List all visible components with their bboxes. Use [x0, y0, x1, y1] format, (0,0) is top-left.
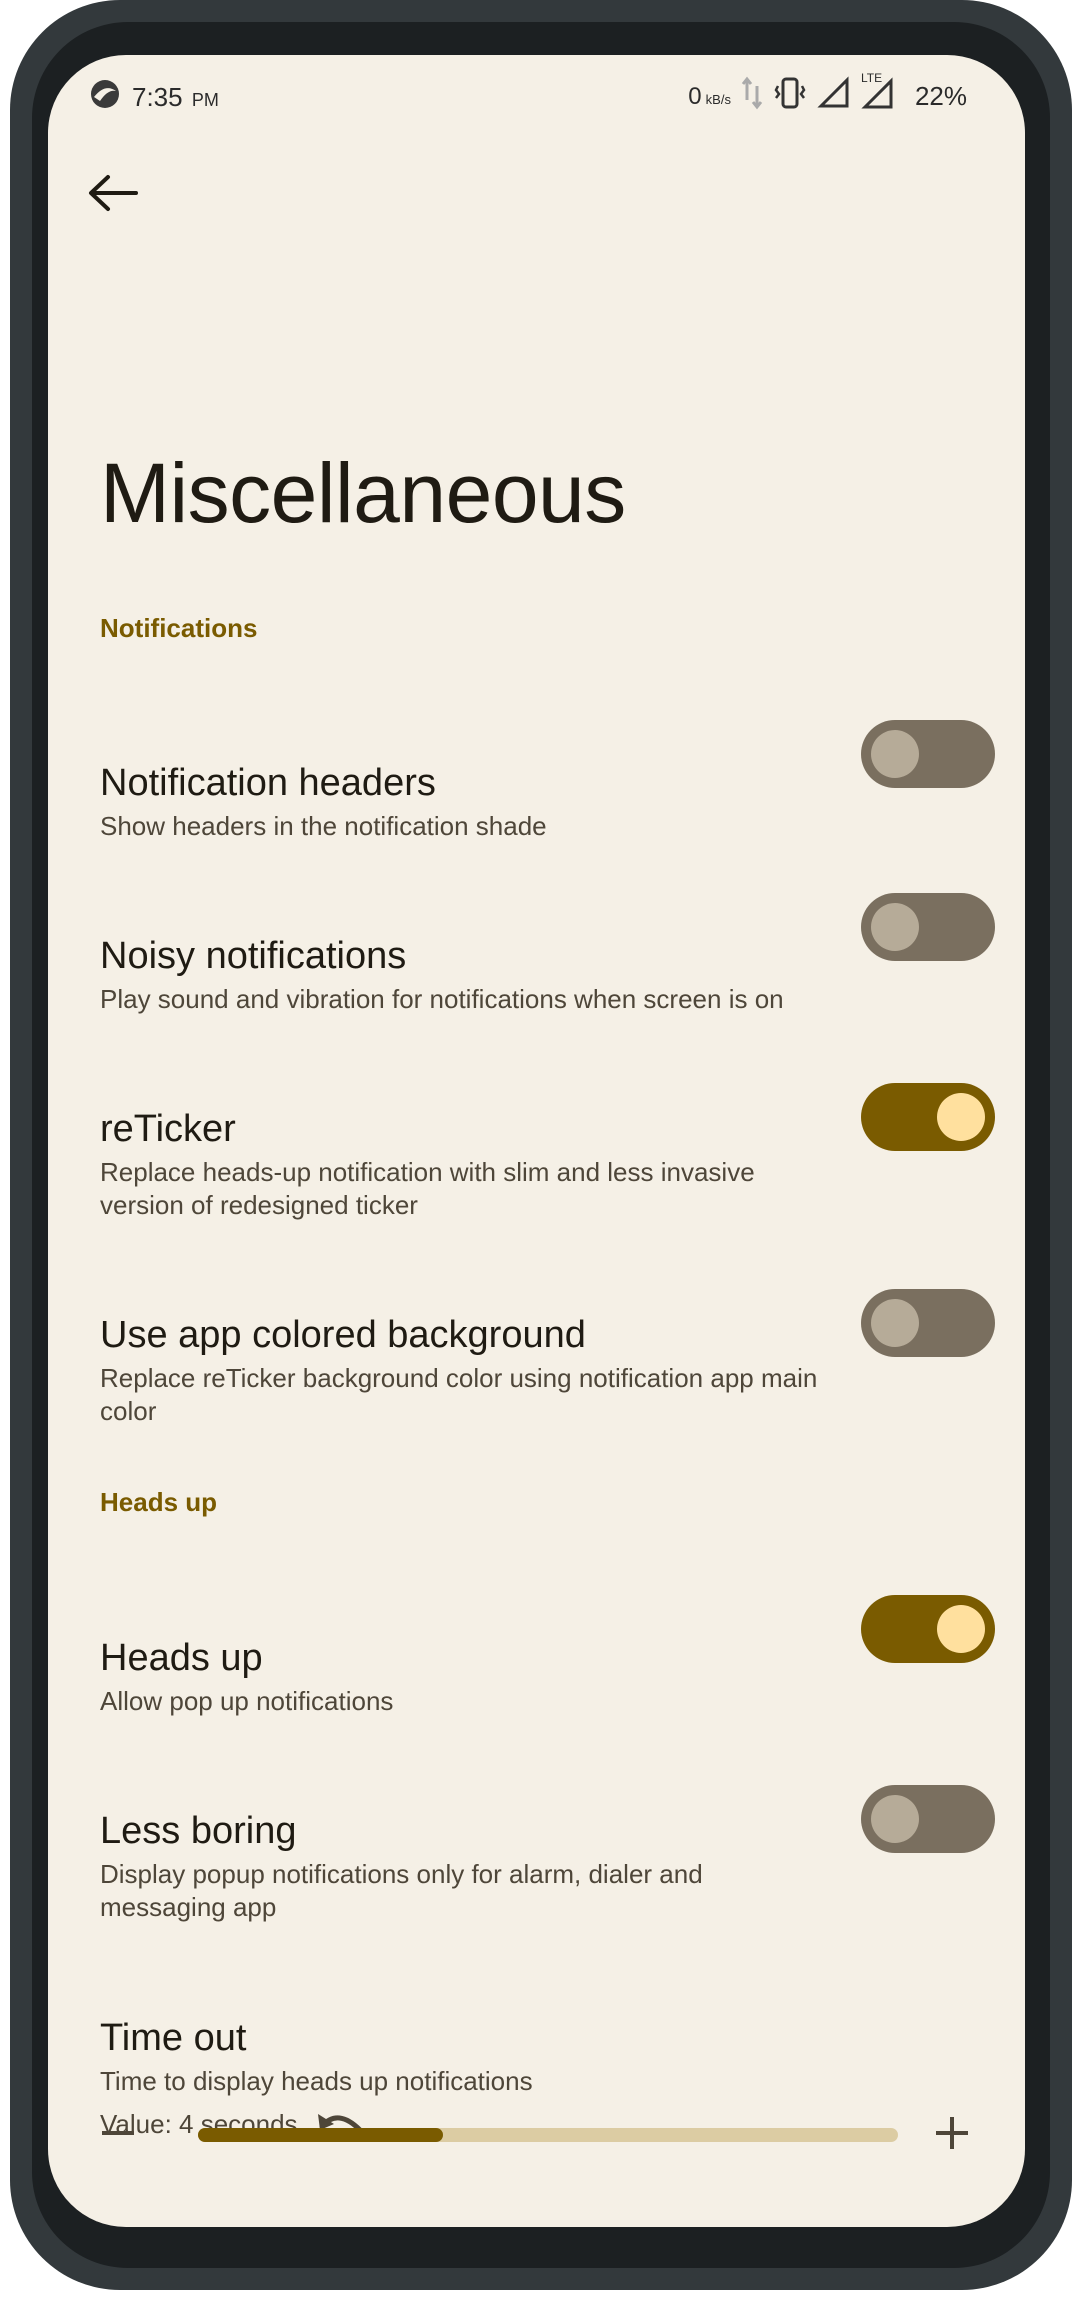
- setting-subtitle: Replace heads-up notification with slim …: [100, 1157, 755, 1220]
- battery-level: 22%: [914, 81, 967, 111]
- app-colored-background-switch[interactable]: [861, 1289, 995, 1357]
- setting-subtitle: Display popup notifications only for ala…: [100, 1859, 703, 1922]
- decrease-button[interactable]: [88, 2105, 148, 2165]
- setting-title: Heads up: [100, 1637, 263, 1679]
- noisy-notifications-switch[interactable]: [861, 893, 995, 961]
- setting-subtitle: Play sound and vibration for notificatio…: [100, 984, 784, 1014]
- signal-icon: [817, 76, 851, 117]
- less-boring-switch[interactable]: [861, 1785, 995, 1853]
- setting-title: Use app colored background: [100, 1314, 586, 1356]
- setting-title: Time out: [100, 2017, 247, 2059]
- setting-notification-headers[interactable]: Notification headers Show headers in the…: [100, 760, 980, 843]
- section-title-notifications: Notifications: [100, 613, 258, 643]
- setting-subtitle: Show headers in the notification shade: [100, 811, 547, 841]
- time-out-slider[interactable]: [198, 2128, 898, 2142]
- plus-icon: [932, 2113, 972, 2158]
- setting-app-colored-background[interactable]: Use app colored background Replace reTic…: [100, 1312, 980, 1428]
- status-time: 7:35 PM: [132, 82, 219, 112]
- setting-title: Less boring: [100, 1810, 297, 1852]
- back-button[interactable]: [78, 160, 148, 230]
- switch-knob: [871, 1795, 919, 1843]
- minus-icon: [98, 2113, 138, 2158]
- time-out-slider-row: [88, 2105, 988, 2165]
- reticker-switch[interactable]: [861, 1083, 995, 1151]
- status-left: 7:35 PM: [88, 77, 219, 118]
- increase-button[interactable]: [922, 2105, 982, 2165]
- vibrate-icon: [773, 76, 807, 117]
- section-title-heads-up: Heads up: [100, 1487, 218, 1517]
- setting-noisy-notifications[interactable]: Noisy notifications Play sound and vibra…: [100, 933, 980, 1016]
- setting-title: Noisy notifications: [100, 935, 407, 977]
- setting-title: reTicker: [100, 1108, 236, 1150]
- setting-heads-up[interactable]: Heads up Allow pop up notifications: [100, 1635, 980, 1718]
- switch-knob: [871, 730, 919, 778]
- switch-knob: [937, 1093, 985, 1141]
- net-speed: 0 kB/s: [688, 82, 731, 110]
- heads-up-switch[interactable]: [861, 1595, 995, 1663]
- lte-label: LTE: [860, 71, 883, 85]
- switch-knob: [871, 903, 919, 951]
- notification-headers-switch[interactable]: [861, 720, 995, 788]
- slider-fill: [198, 2128, 443, 2142]
- app-logo-icon: [88, 77, 122, 118]
- lte-signal-icon: LTE: [861, 71, 897, 118]
- data-arrows-icon: [741, 76, 763, 117]
- switch-knob: [871, 1299, 919, 1347]
- status-bar: 7:35 PM 0 kB/s LTE 22%: [48, 55, 1025, 125]
- setting-title: Notification headers: [100, 762, 436, 804]
- arrow-left-icon: [86, 173, 140, 218]
- screen: 7:35 PM 0 kB/s LTE 22% Miscellaneous Not…: [48, 55, 1025, 2227]
- status-right: 0 kB/s LTE 22%: [688, 71, 967, 118]
- setting-subtitle: Time to display heads up notifications: [100, 2066, 533, 2096]
- page-title: Miscellaneous: [100, 446, 626, 540]
- switch-knob: [937, 1605, 985, 1653]
- setting-subtitle: Replace reTicker background color using …: [100, 1363, 818, 1426]
- setting-reticker[interactable]: reTicker Replace heads-up notification w…: [100, 1106, 980, 1222]
- setting-less-boring[interactable]: Less boring Display popup notifications …: [100, 1808, 980, 1924]
- setting-subtitle: Allow pop up notifications: [100, 1686, 394, 1716]
